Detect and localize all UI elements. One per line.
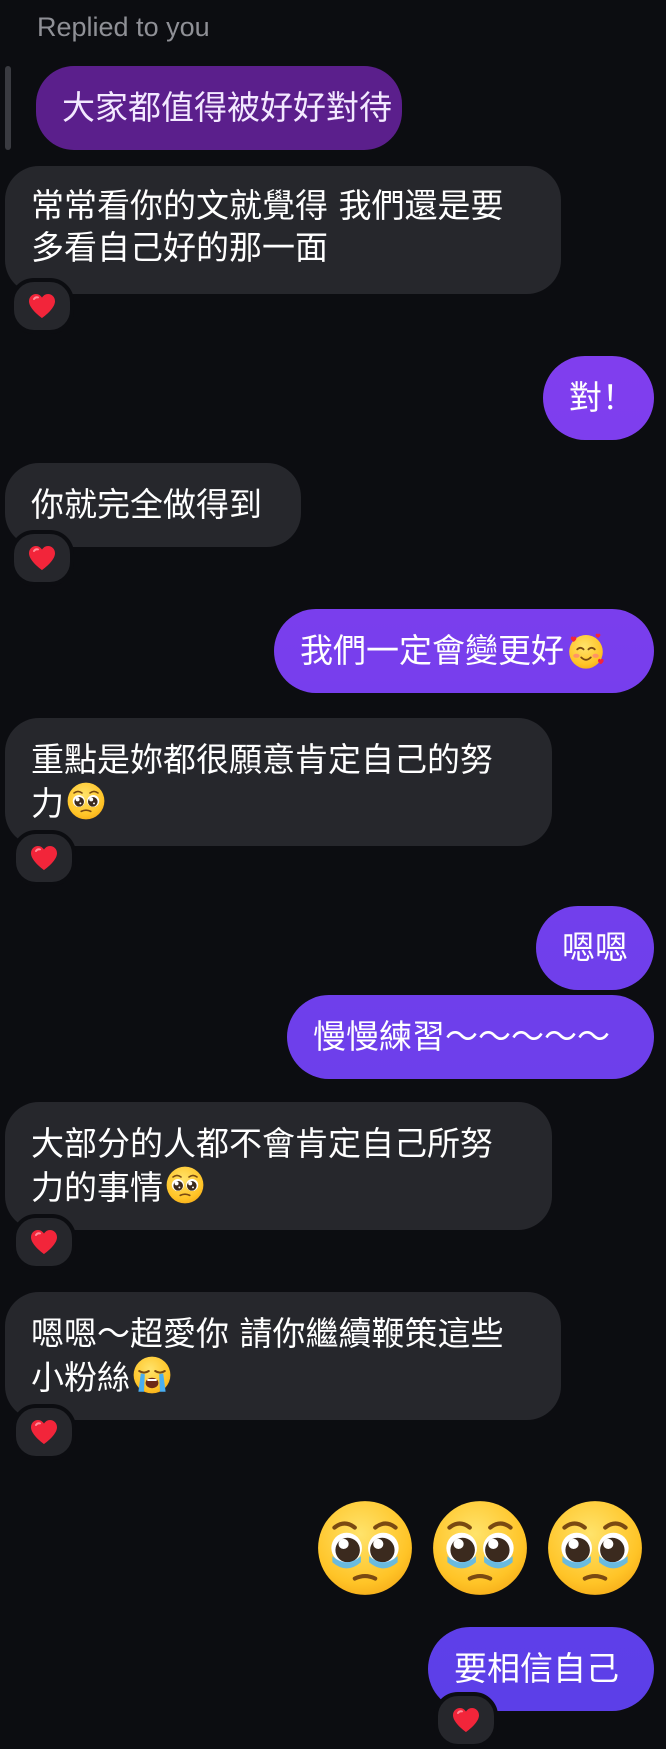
reaction-badge[interactable] xyxy=(12,1214,76,1270)
message-text: 慢慢練習～～～～～ xyxy=(313,1017,610,1056)
reaction-badge[interactable] xyxy=(434,1692,498,1748)
reply-indicator-bar xyxy=(5,66,11,150)
outgoing-message-bubble[interactable]: 慢慢練習～～～～～ xyxy=(287,995,654,1079)
smiling-face-with-hearts-emoji xyxy=(566,631,606,671)
outgoing-message-bubble[interactable]: 對！ xyxy=(543,356,654,440)
replied-to-you-label: Replied to you xyxy=(37,12,210,42)
incoming-message-bubble[interactable]: 常常看你的文就覺得 我們還是要 多看自己好的那一面 xyxy=(5,166,561,294)
message-text-line: 多看自己好的那一面 xyxy=(31,228,328,267)
outgoing-message-bubble[interactable]: 嗯嗯 xyxy=(536,906,654,990)
pleading-face-emoji xyxy=(66,781,106,821)
message-text: 我們一定會變更好 xyxy=(300,631,564,670)
incoming-message-bubble[interactable]: 大部分的人都不會肯定自己所努 力的事情 xyxy=(5,1102,552,1230)
heart-icon xyxy=(452,1707,480,1733)
message-text: 對！ xyxy=(569,378,635,417)
message-text-line: 力的事情 xyxy=(31,1168,163,1207)
heart-icon xyxy=(28,293,56,319)
incoming-message-bubble[interactable]: 重點是妳都很願意肯定自己的努 力 xyxy=(5,718,552,846)
message-text-line: 嗯嗯～超愛你 請你繼續鞭策這些 xyxy=(31,1314,504,1353)
pleading-face-emoji xyxy=(165,1165,205,1205)
reaction-badge[interactable] xyxy=(12,830,76,886)
reaction-badge[interactable] xyxy=(10,530,74,586)
face-holding-back-tears-emoji xyxy=(314,1497,416,1599)
quoted-message-bubble[interactable]: 大家都值得被好好對待 xyxy=(36,66,402,150)
message-text-line: 常常看你的文就覺得 我們還是要 xyxy=(31,186,504,225)
outgoing-message-bubble[interactable]: 我們一定會變更好 xyxy=(274,609,654,693)
outgoing-emoji-message[interactable] xyxy=(314,1497,646,1599)
message-text: 嗯嗯 xyxy=(562,928,628,967)
reaction-badge[interactable] xyxy=(10,278,74,334)
face-holding-back-tears-emoji xyxy=(544,1497,646,1599)
face-holding-back-tears-emoji xyxy=(429,1497,531,1599)
message-text-line: 力 xyxy=(31,784,64,823)
loudly-crying-face-emoji xyxy=(132,1355,172,1395)
heart-icon xyxy=(30,1229,58,1255)
message-text-line: 重點是妳都很願意肯定自己的努 xyxy=(31,740,493,779)
reaction-badge[interactable] xyxy=(12,1404,76,1460)
message-text-line: 小粉絲 xyxy=(31,1358,130,1397)
incoming-message-bubble[interactable]: 嗯嗯～超愛你 請你繼續鞭策這些 小粉絲 xyxy=(5,1292,561,1420)
heart-icon xyxy=(30,845,58,871)
heart-icon xyxy=(28,545,56,571)
message-text-line: 大部分的人都不會肯定自己所努 xyxy=(31,1124,493,1163)
message-text-line: 你就完全做得到 xyxy=(31,485,262,524)
message-text: 要相信自己 xyxy=(454,1649,619,1688)
heart-icon xyxy=(30,1419,58,1445)
quoted-message-text: 大家都值得被好好對待 xyxy=(62,88,392,127)
